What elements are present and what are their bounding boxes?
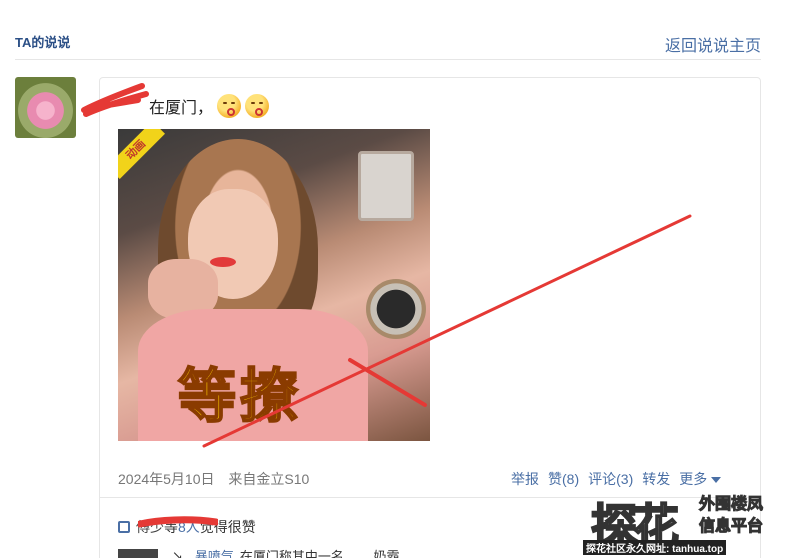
- more-button[interactable]: 更多: [679, 469, 722, 489]
- avatar[interactable]: [15, 77, 76, 138]
- watermark: 探花 外围楼凤 信息平台 探花社区永久网址: tanhua.top: [583, 490, 791, 556]
- post-meta: 2024年5月10日 来自金立S10: [118, 469, 309, 489]
- comment-author[interactable]: 暴喷气: [195, 546, 234, 558]
- comment-text: 在厦门称其中一名…… 奶霸: [239, 549, 400, 558]
- post-text-content: 在厦门，: [149, 100, 214, 117]
- share-button[interactable]: 转发: [642, 469, 670, 489]
- like-icon: [118, 521, 130, 533]
- comment-row: ↘ 暴喷气 在厦门称其中一名…… 奶霸: [118, 546, 400, 558]
- kissing-face-icon: [245, 94, 270, 118]
- redaction-scribble: [81, 83, 149, 117]
- comment-avatar[interactable]: [118, 548, 158, 558]
- watermark-footer: 探花社区永久网址: tanhua.top: [583, 540, 727, 555]
- comment-button[interactable]: 评论(3): [588, 469, 633, 489]
- watermark-line2: 信息平台: [698, 518, 764, 536]
- post-text: 在厦门，: [149, 94, 270, 118]
- post-source: 来自金立S10: [228, 471, 310, 487]
- red-annotation-line: [202, 214, 692, 448]
- watermark-line1: 外围楼凤: [698, 496, 764, 514]
- redaction-scribble-likes: [138, 516, 218, 528]
- page-title: TA的说说: [15, 35, 71, 50]
- page-header: TA的说说 返回说说主页: [15, 26, 761, 60]
- like-button[interactable]: 赞(8): [548, 469, 579, 489]
- post-date: 2024年5月10日: [118, 471, 215, 487]
- watermark-tagline: 外围楼凤 信息平台: [698, 494, 764, 538]
- kissing-face-icon: [217, 94, 242, 118]
- report-button[interactable]: 举报: [511, 469, 539, 489]
- back-to-home-link[interactable]: 返回说说主页: [665, 32, 761, 56]
- animation-badge: 动画: [118, 129, 165, 179]
- more-label: 更多: [679, 471, 708, 487]
- post-actions: 举报 赞(8) 评论(3) 转发 更多: [511, 469, 730, 489]
- reply-arrow-icon: ↘: [172, 547, 183, 558]
- chevron-down-icon: [711, 477, 722, 484]
